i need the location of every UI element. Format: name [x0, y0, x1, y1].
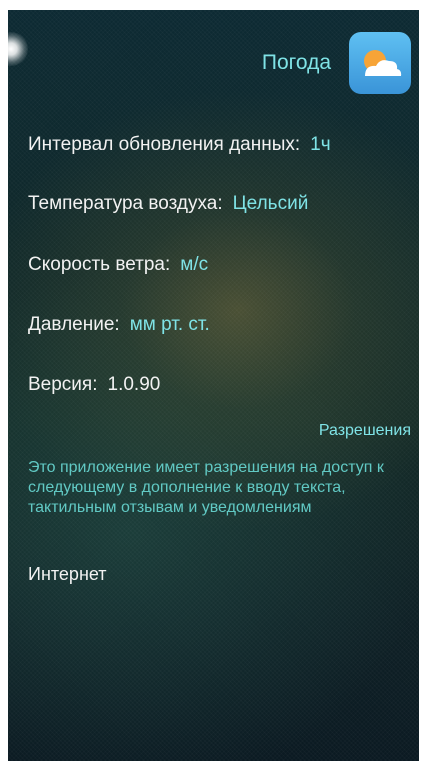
setting-pressure[interactable]: Давление: мм рт. ст.: [28, 314, 210, 336]
wind-speed-value[interactable]: м/с: [180, 254, 208, 275]
version-value: 1.0.90: [107, 374, 161, 395]
setting-version: Версия: 1.0.90: [28, 374, 160, 396]
setting-wind-speed[interactable]: Скорость ветра: м/с: [28, 254, 208, 276]
permission-item-internet: Интернет: [28, 564, 107, 584]
weather-partly-cloudy-icon: [349, 32, 411, 94]
temperature-label: Температура воздуха:: [28, 193, 223, 214]
settings-screen: Погода Интервал обновления данных: 1ч Тем…: [8, 10, 419, 761]
setting-temperature[interactable]: Температура воздуха: Цельсий: [28, 193, 308, 215]
permissions-description: Это приложение имеет разрешения на досту…: [28, 459, 384, 516]
wind-speed-label: Скорость ветра:: [28, 254, 171, 275]
pressure-value[interactable]: мм рт. ст.: [130, 314, 210, 335]
pressure-label: Давление:: [28, 314, 120, 335]
light-glow: [8, 32, 28, 66]
update-interval-value[interactable]: 1ч: [310, 134, 330, 155]
update-interval-label: Интервал обновления данных:: [28, 134, 301, 155]
version-label: Версия:: [28, 374, 98, 395]
permissions-link[interactable]: Разрешения: [319, 422, 411, 440]
app-header: Погода: [262, 32, 411, 94]
temperature-value[interactable]: Цельсий: [233, 193, 309, 214]
setting-update-interval[interactable]: Интервал обновления данных: 1ч: [28, 134, 331, 156]
app-title: Погода: [261, 51, 331, 74]
